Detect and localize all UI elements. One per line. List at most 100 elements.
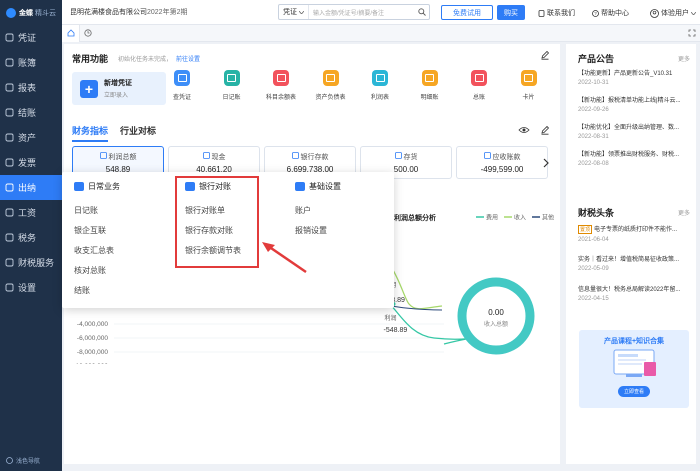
chart-title: 利润总额分析 — [394, 213, 436, 222]
legend-label[interactable]: 费用 — [486, 214, 498, 222]
metric-name: 利润总额 — [99, 152, 137, 162]
dd-menu-item[interactable]: 日记账 — [74, 200, 120, 220]
sidebar-item-label: 凭证 — [18, 33, 37, 43]
logo-main: 金蝶 — [19, 9, 33, 17]
eye-icon[interactable] — [518, 126, 530, 134]
promo-illustration-icon — [613, 349, 656, 377]
dd-header-text: 基础设置 — [309, 181, 341, 191]
dd-menu-item[interactable]: 收支汇总表 — [74, 240, 120, 260]
search-scope-label: 凭证 — [283, 9, 297, 16]
global-search[interactable]: 凭证 输入金额/凭证号/摘要/备注 — [278, 4, 430, 20]
search-scope-select[interactable]: 凭证 — [279, 5, 309, 19]
news-text: 电子专票的纸质打印件不能作... — [594, 227, 678, 233]
edit-metrics-icon[interactable] — [540, 125, 550, 135]
news-more-link[interactable]: 更多 — [678, 208, 690, 217]
function-icon — [471, 70, 487, 86]
dd-menu-item[interactable]: 银企互联 — [74, 220, 120, 240]
sidebar-item-8[interactable]: 税务 — [0, 225, 62, 250]
chevron-right-icon[interactable] — [542, 158, 550, 168]
sidebar-item-1[interactable]: 账簿 — [0, 50, 62, 75]
function-2[interactable]: 科目余额表 — [261, 70, 301, 101]
function-5[interactable]: 明细账 — [410, 70, 450, 101]
svg-text:?: ? — [594, 11, 597, 16]
new-voucher-card[interactable]: + 新增凭证 立即录入 — [72, 72, 166, 105]
notice-item[interactable]: 【新功能】领票推出财税服务、财税... 2022-08-08 — [578, 149, 694, 167]
function-0[interactable]: 查凭证 — [162, 70, 202, 101]
new-voucher-title: 新增凭证 — [104, 80, 132, 87]
function-1[interactable]: 日记账 — [212, 70, 252, 101]
sidebar-item-label: 设置 — [18, 283, 37, 293]
light-nav-toggle[interactable]: 浅色导航 — [6, 456, 40, 465]
logo-mark-icon — [6, 7, 16, 18]
annotation-value: -548.89 — [384, 327, 408, 334]
free-trial-button[interactable]: 免费试用 — [441, 5, 493, 20]
news-date: 2021-06-04 — [578, 237, 609, 243]
period-label: 2022年第2期 — [147, 9, 188, 16]
buy-button[interactable]: 购买 — [497, 5, 525, 20]
sidebar-item-0[interactable]: 凭证 — [0, 25, 62, 50]
sidebar-item-6[interactable]: 出纳 — [0, 175, 62, 200]
promo-banner[interactable]: 产品课程+知识合集 立即查看 — [579, 330, 689, 408]
dd-menu-item[interactable]: 账户 — [295, 200, 341, 220]
sidebar-item-7[interactable]: 工资 — [0, 200, 62, 225]
sidebar-item-4[interactable]: 资产 — [0, 125, 62, 150]
news-item[interactable]: 置顶 电子专票的纸质打印件不能作... 2021-06-04 — [578, 224, 694, 243]
notice-date: 2022-08-31 — [578, 134, 609, 140]
company-selector[interactable]: 昆明花满楼食品有限公司2022年第2期 — [70, 7, 187, 17]
function-label: 资产负债表 — [315, 95, 346, 101]
news-item[interactable]: 实务｜看过来！增值税简易征收政策... 2022-05-09 — [578, 254, 694, 272]
user-menu[interactable]: 体验用户 — [650, 8, 696, 18]
metric-name-text: 银行存款 — [300, 153, 329, 161]
history-tab[interactable] — [80, 29, 96, 37]
function-4[interactable]: 利润表 — [360, 70, 400, 101]
asset-icon — [4, 133, 14, 143]
promo-view-button[interactable]: 立即查看 — [617, 386, 650, 397]
tab-industry-benchmark[interactable]: 行业对标 — [120, 124, 156, 142]
function-3[interactable]: 资产负债表 — [311, 70, 351, 101]
search-input[interactable]: 输入金额/凭证号/摘要/备注 — [309, 8, 415, 17]
dd-menu-item[interactable]: 报销设置 — [295, 220, 341, 240]
app-logo[interactable]: 金蝶 精斗云 — [0, 0, 62, 25]
dd-menu-item[interactable]: 结账 — [74, 280, 120, 300]
notice-item[interactable]: 【功能优化】全面升级出纳管理、数... 2022-08-31 — [578, 122, 694, 140]
legend-label[interactable]: 收入 — [514, 214, 526, 222]
top-header: 昆明花满楼食品有限公司2022年第2期 凭证 输入金额/凭证号/摘要/备注 免费… — [62, 0, 700, 25]
metric-name-text: 利润总额 — [108, 153, 137, 161]
function-label: 利润表 — [370, 95, 389, 101]
common-functions-title: 常用功能 — [72, 54, 109, 64]
tab-strip — [62, 24, 700, 42]
news-item[interactable]: 信息量很大！税务总局解读2022年留... 2022-04-15 — [578, 284, 694, 302]
legend-label[interactable]: 其他 — [542, 214, 554, 222]
edit-icon[interactable] — [540, 50, 550, 60]
tab-home[interactable] — [62, 24, 80, 42]
notice-item[interactable]: 【新功能】报税清单功能上线|精斗云... 2022-09-26 — [578, 95, 694, 113]
calendar-icon — [74, 181, 84, 191]
function-7[interactable]: 卡片 — [509, 70, 549, 101]
user-name: 体验用户 — [661, 10, 689, 17]
notice-more-link[interactable]: 更多 — [678, 54, 690, 63]
search-icon[interactable] — [415, 8, 429, 16]
news-date: 2022-04-15 — [578, 296, 609, 302]
sidebar-item-label: 发票 — [18, 158, 37, 168]
go-settings-link[interactable]: 前往设置 — [176, 57, 200, 63]
function-icon — [223, 70, 240, 86]
sidebar-item-2[interactable]: 报表 — [0, 75, 62, 100]
dd-menu-item[interactable]: 核对总账 — [74, 260, 120, 280]
contact-link[interactable]: 联系我们 — [538, 8, 575, 18]
news-date: 2022-05-09 — [578, 266, 609, 272]
tab-finance-metrics[interactable]: 财务指标 — [72, 124, 109, 142]
function-6[interactable]: 总账 — [459, 70, 499, 101]
function-icon — [520, 70, 537, 86]
sidebar-item-9[interactable]: 财税服务 — [0, 250, 62, 275]
sidebar-item-3[interactable]: 结账 — [0, 100, 62, 125]
y-tick-label: -4,000,000 — [77, 321, 108, 328]
notice-item[interactable]: 【功能更新】产品更新公告_V10.31 2022-10-31 — [578, 68, 694, 86]
help-link[interactable]: ? 帮助中心 — [592, 8, 629, 18]
metric-icon — [99, 152, 107, 161]
function-label: 日记账 — [222, 95, 241, 101]
metric-card-4[interactable]: 应收账款 -499,599.00 — [456, 146, 548, 179]
sidebar-item-10[interactable]: 设置 — [0, 275, 62, 300]
sidebar-item-5[interactable]: 发票 — [0, 150, 62, 175]
help-label: 帮助中心 — [601, 10, 629, 17]
fullscreen-icon[interactable] — [688, 29, 696, 39]
